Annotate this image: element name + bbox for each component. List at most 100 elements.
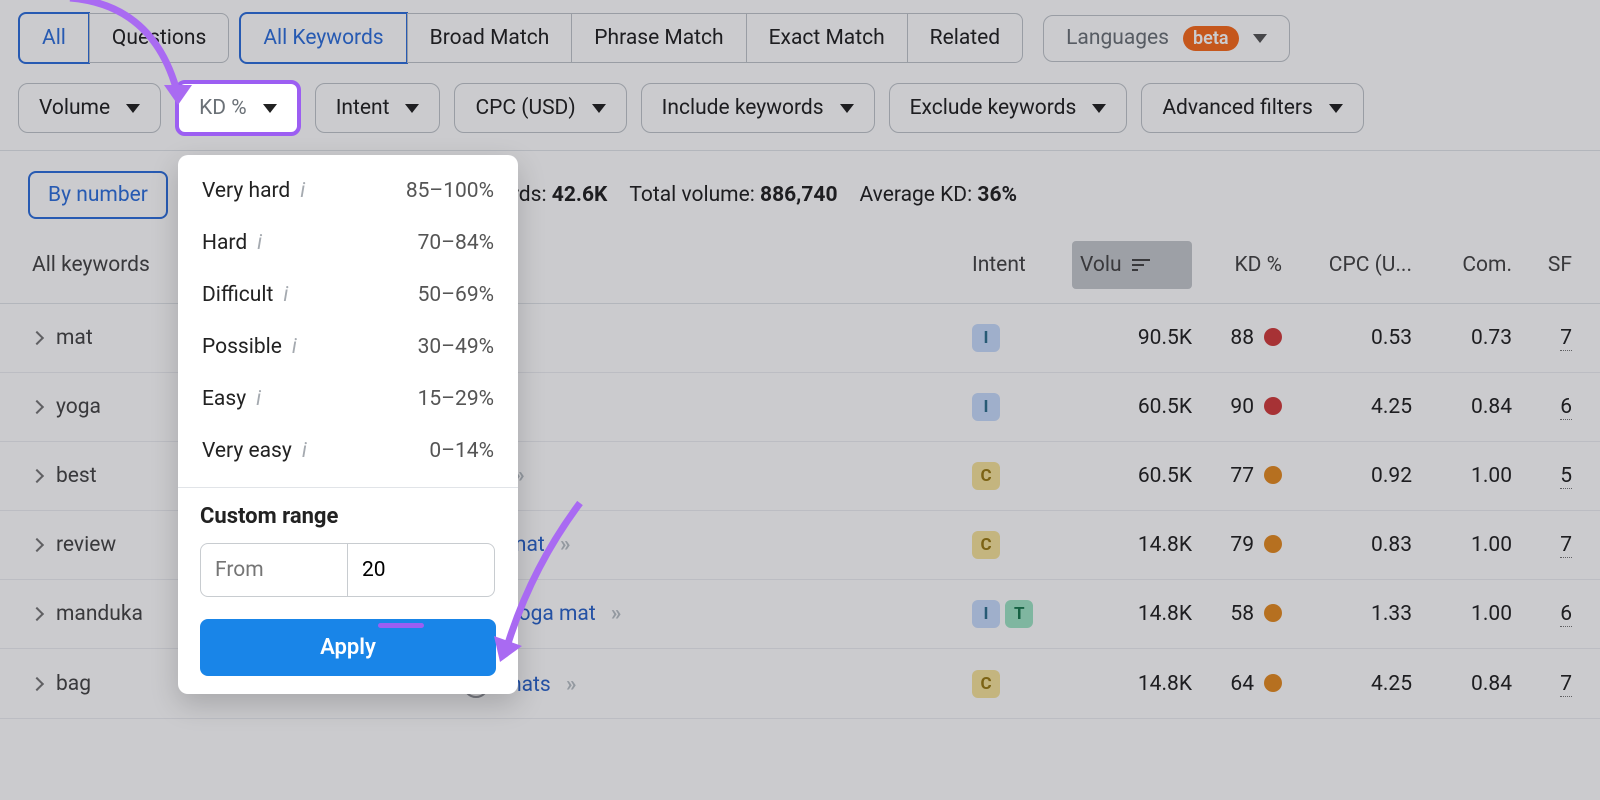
chevron-right-icon [30, 607, 44, 621]
chevron-down-icon [1092, 104, 1106, 113]
info-icon[interactable]: i [302, 439, 307, 463]
kd-option[interactable]: Easyi 15–29% [178, 373, 518, 425]
kd-cell: 79 [1192, 533, 1282, 557]
intent-badge-C: C [972, 670, 1000, 698]
filter-exclude-keywords[interactable]: Exclude keywords [889, 83, 1128, 133]
chevron-down-icon [840, 104, 854, 113]
kd-dot-icon [1264, 466, 1282, 484]
kd-to-input[interactable] [347, 543, 495, 597]
intent-badge-I: I [972, 324, 1000, 352]
col-intent[interactable]: Intent [972, 253, 1072, 277]
group-label: manduka [56, 602, 143, 626]
sf-cell: 7 [1512, 326, 1572, 350]
kd-dot-icon [1264, 535, 1282, 553]
kd-option[interactable]: Very easy i 0–14% [178, 425, 518, 477]
kd-option-label: Possible [202, 335, 282, 359]
annotation-underline [378, 623, 424, 628]
info-icon[interactable]: i [300, 179, 305, 203]
kd-cell: 64 [1192, 672, 1282, 696]
expand-icon[interactable]: » [611, 602, 625, 626]
kd-option-range: 0–14% [429, 439, 494, 463]
com-cell: 0.84 [1412, 395, 1512, 419]
languages-label: Languages [1066, 26, 1169, 50]
intent-badge-C: C [972, 531, 1000, 559]
intent-cell: I T [972, 600, 1072, 628]
com-cell: 1.00 [1412, 533, 1512, 557]
kd-cell: 77 [1192, 464, 1282, 488]
languages-dropdown[interactable]: Languages beta [1043, 15, 1289, 62]
volume-cell: 14.8K [1072, 533, 1192, 557]
chevron-right-icon [30, 676, 44, 690]
kd-option-range: 85–100% [406, 179, 494, 203]
group-label: yoga [56, 395, 101, 419]
sf-cell: 6 [1512, 602, 1572, 626]
kd-dropdown: Very hardi 85–100% Hardi 70–84% Difficul… [178, 155, 518, 694]
cpc-cell: 1.33 [1282, 602, 1412, 626]
total-volume: Total volume: 886,740 [629, 183, 837, 207]
col-volume[interactable]: Volu [1072, 241, 1192, 289]
group-label: bag [56, 672, 91, 696]
com-cell: 1.00 [1412, 602, 1512, 626]
tab-exact-match[interactable]: Exact Match [746, 13, 908, 63]
group-label: mat [56, 326, 93, 350]
tab-all-keywords[interactable]: All Keywords [239, 12, 407, 64]
kd-option-range: 30–49% [418, 335, 494, 359]
kd-dot-icon [1264, 674, 1282, 692]
annotation-arrow-to-kd [60, 0, 210, 131]
info-icon[interactable]: i [292, 335, 297, 359]
by-number-chip[interactable]: By number [28, 171, 168, 219]
kd-option-label: Easy [202, 387, 246, 411]
kd-option-range: 15–29% [418, 387, 494, 411]
cpc-cell: 4.25 [1282, 395, 1412, 419]
volume-cell: 14.8K [1072, 672, 1192, 696]
kd-dot-icon [1264, 328, 1282, 346]
filter-cpc[interactable]: CPC (USD) [454, 83, 626, 133]
kd-from-input[interactable] [200, 543, 348, 597]
sf-cell: 5 [1512, 464, 1572, 488]
sf-cell: 7 [1512, 533, 1572, 557]
info-icon[interactable]: i [283, 283, 288, 307]
tab-related[interactable]: Related [907, 13, 1023, 63]
filter-advanced[interactable]: Advanced filters [1141, 83, 1363, 133]
kd-option[interactable]: Very hardi 85–100% [178, 165, 518, 217]
filter-intent[interactable]: Intent [315, 83, 441, 133]
sf-cell: 6 [1512, 395, 1572, 419]
kd-option-label: Very easy [202, 439, 292, 463]
custom-range-label: Custom range [200, 504, 338, 529]
intent-cell: I [972, 324, 1072, 352]
filter-include-keywords[interactable]: Include keywords [641, 83, 875, 133]
intent-cell: C [972, 462, 1072, 490]
info-icon[interactable]: i [257, 231, 262, 255]
kd-option[interactable]: Possible i 30–49% [178, 321, 518, 373]
intent-badge-I: I [972, 600, 1000, 628]
kd-option[interactable]: Hardi 70–84% [178, 217, 518, 269]
group-label: best [56, 464, 97, 488]
col-cpc[interactable]: CPC (U... [1282, 253, 1412, 277]
cpc-cell: 4.25 [1282, 672, 1412, 696]
cpc-cell: 0.92 [1282, 464, 1412, 488]
col-sf[interactable]: SF [1512, 253, 1572, 277]
cpc-cell: 0.83 [1282, 533, 1412, 557]
cpc-cell: 0.53 [1282, 326, 1412, 350]
average-kd: Average KD: 36% [860, 183, 1018, 207]
volume-cell: 90.5K [1072, 326, 1192, 350]
kd-option[interactable]: Difficult i 50–69% [178, 269, 518, 321]
chevron-right-icon [30, 331, 44, 345]
volume-cell: 60.5K [1072, 395, 1192, 419]
com-cell: 0.84 [1412, 672, 1512, 696]
tab-phrase-match[interactable]: Phrase Match [571, 13, 746, 63]
sort-desc-icon [1132, 258, 1150, 272]
kd-option-range: 70–84% [418, 231, 494, 255]
kd-option-label: Difficult [202, 283, 273, 307]
chevron-right-icon [30, 538, 44, 552]
kd-option-range: 50–69% [418, 283, 494, 307]
chevron-down-icon [405, 104, 419, 113]
col-com[interactable]: Com. [1412, 253, 1512, 277]
kd-option-label: Hard [202, 231, 247, 255]
kd-cell: 58 [1192, 602, 1282, 626]
apply-button[interactable]: Apply [200, 619, 496, 676]
col-kd[interactable]: KD % [1192, 253, 1282, 277]
info-icon[interactable]: i [256, 387, 261, 411]
volume-cell: 14.8K [1072, 602, 1192, 626]
tab-broad-match[interactable]: Broad Match [407, 13, 573, 63]
